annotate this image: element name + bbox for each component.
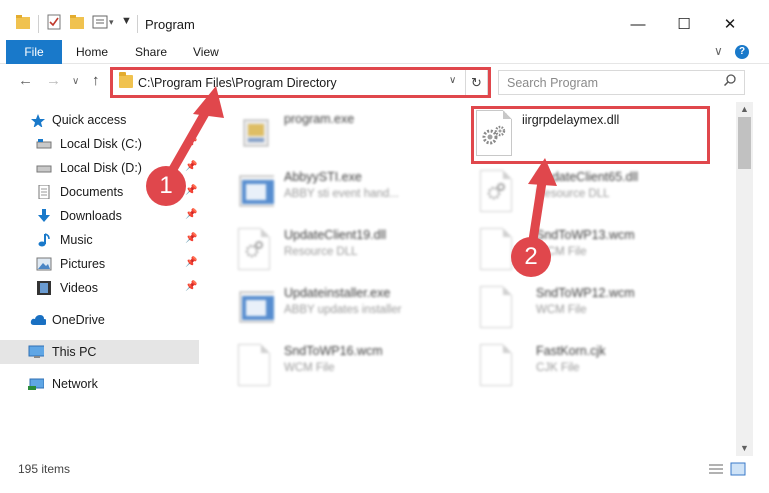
step-badge-2: 2 (511, 237, 551, 277)
details-view-icon[interactable] (708, 462, 724, 476)
annotation-arrows (163, 86, 557, 258)
item-count: 195 items (18, 462, 71, 476)
scroll-down-icon[interactable]: ▼ (740, 443, 749, 453)
scroll-thumb[interactable] (738, 117, 751, 169)
step-badge-1: 1 (146, 166, 186, 206)
vertical-scrollbar[interactable]: ▲ ▼ (736, 102, 753, 456)
arrow-1-head (193, 86, 224, 118)
scroll-up-icon[interactable]: ▲ (740, 104, 749, 114)
status-bar: 195 items (0, 456, 769, 493)
large-icons-view-icon[interactable] (730, 462, 746, 476)
arrow-2-head (528, 158, 557, 186)
